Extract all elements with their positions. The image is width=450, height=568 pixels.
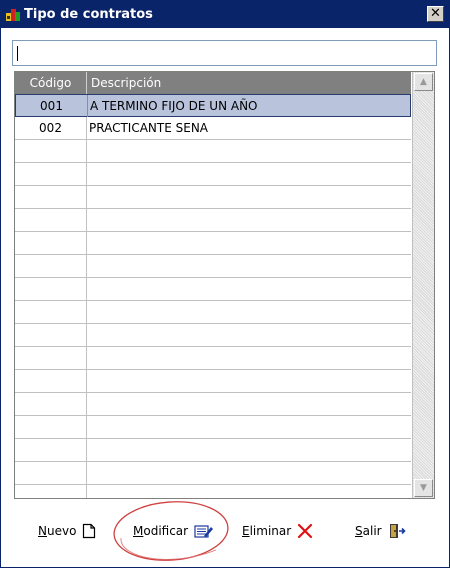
cell-code <box>15 439 87 461</box>
cell-code <box>15 163 87 185</box>
cell-description <box>87 324 411 346</box>
table-row[interactable] <box>15 370 411 393</box>
cell-description <box>87 301 411 323</box>
cell-code <box>15 347 87 369</box>
cell-code <box>15 370 87 392</box>
cell-description <box>87 462 411 484</box>
new-document-icon <box>83 523 96 539</box>
scroll-up-button[interactable]: ▲ <box>414 73 433 91</box>
table-row[interactable] <box>15 186 411 209</box>
cell-code <box>15 140 87 162</box>
table-row[interactable]: 001 A TERMINO FIJO DE UN AÑO <box>15 94 411 117</box>
scroll-down-button[interactable]: ▼ <box>414 479 433 497</box>
column-header-code[interactable]: Código <box>15 72 87 94</box>
table-row[interactable] <box>15 209 411 232</box>
table-row[interactable] <box>15 232 411 255</box>
table-row[interactable] <box>15 324 411 347</box>
text-caret <box>17 46 18 61</box>
table-row[interactable] <box>15 163 411 186</box>
close-button[interactable]: ✕ <box>427 6 444 22</box>
cell-code <box>15 255 87 277</box>
table-row[interactable] <box>15 278 411 301</box>
title-bar[interactable]: Tipo de contratos ✕ <box>1 1 449 28</box>
cell-code <box>15 416 87 438</box>
annotation-circle <box>113 501 229 561</box>
table-header: Código Descripción <box>15 72 411 94</box>
table-row[interactable] <box>15 439 411 462</box>
cell-code: 001 <box>16 95 88 117</box>
delete-button[interactable]: Eliminar <box>242 520 313 542</box>
cell-description <box>87 163 411 185</box>
cell-code <box>15 301 87 323</box>
table-row[interactable]: 002 PRACTICANTE SENA <box>15 117 411 140</box>
cell-code <box>15 232 87 254</box>
cell-description <box>87 393 411 415</box>
exit-door-icon <box>389 524 406 538</box>
cell-description <box>87 255 411 277</box>
app-icon <box>6 9 20 21</box>
table-row[interactable] <box>15 347 411 370</box>
cell-code <box>15 186 87 208</box>
cell-description <box>87 416 411 438</box>
cell-code <box>15 393 87 415</box>
cell-description <box>87 209 411 231</box>
cell-description <box>87 140 411 162</box>
window-title: Tipo de contratos <box>24 7 153 22</box>
table-row[interactable] <box>15 393 411 416</box>
cell-description <box>87 347 411 369</box>
cell-code <box>15 462 87 484</box>
cell-description: PRACTICANTE SENA <box>89 121 209 135</box>
exit-button-label: Salir <box>355 524 382 538</box>
table-row[interactable] <box>15 301 411 324</box>
cell-code <box>15 278 87 300</box>
search-input[interactable] <box>12 40 437 66</box>
cell-description <box>87 485 411 498</box>
new-button[interactable]: Nuevo <box>38 520 96 542</box>
table-row[interactable] <box>15 140 411 163</box>
delete-icon <box>298 523 313 539</box>
column-header-description[interactable]: Descripción <box>87 72 411 94</box>
table-body: 001 A TERMINO FIJO DE UN AÑO 002 PRACTICANT… <box>15 94 411 498</box>
cell-code <box>15 485 87 498</box>
cell-description <box>87 439 411 461</box>
cell-description <box>87 370 411 392</box>
contracts-table[interactable]: Código Descripción 001 A TERMINO FIJO DE … <box>14 71 435 499</box>
cell-code <box>15 324 87 346</box>
close-icon: ✕ <box>430 6 441 21</box>
cell-description <box>87 186 411 208</box>
window: Tipo de contratos ✕ Código Descripción 0… <box>0 0 450 568</box>
cell-code <box>15 209 87 231</box>
exit-button[interactable]: Salir <box>355 520 406 542</box>
delete-button-label: Eliminar <box>242 524 292 538</box>
cell-description <box>87 232 411 254</box>
cell-code: 002 <box>15 117 87 139</box>
table-row[interactable] <box>15 416 411 439</box>
new-button-label: Nuevo <box>38 524 77 538</box>
vertical-scrollbar[interactable]: ▲ ▼ <box>412 72 434 498</box>
table-row[interactable] <box>15 485 411 498</box>
cell-description: A TERMINO FIJO DE UN AÑO <box>90 99 258 113</box>
cell-description <box>87 278 411 300</box>
table-row[interactable] <box>15 255 411 278</box>
table-row[interactable] <box>15 462 411 485</box>
